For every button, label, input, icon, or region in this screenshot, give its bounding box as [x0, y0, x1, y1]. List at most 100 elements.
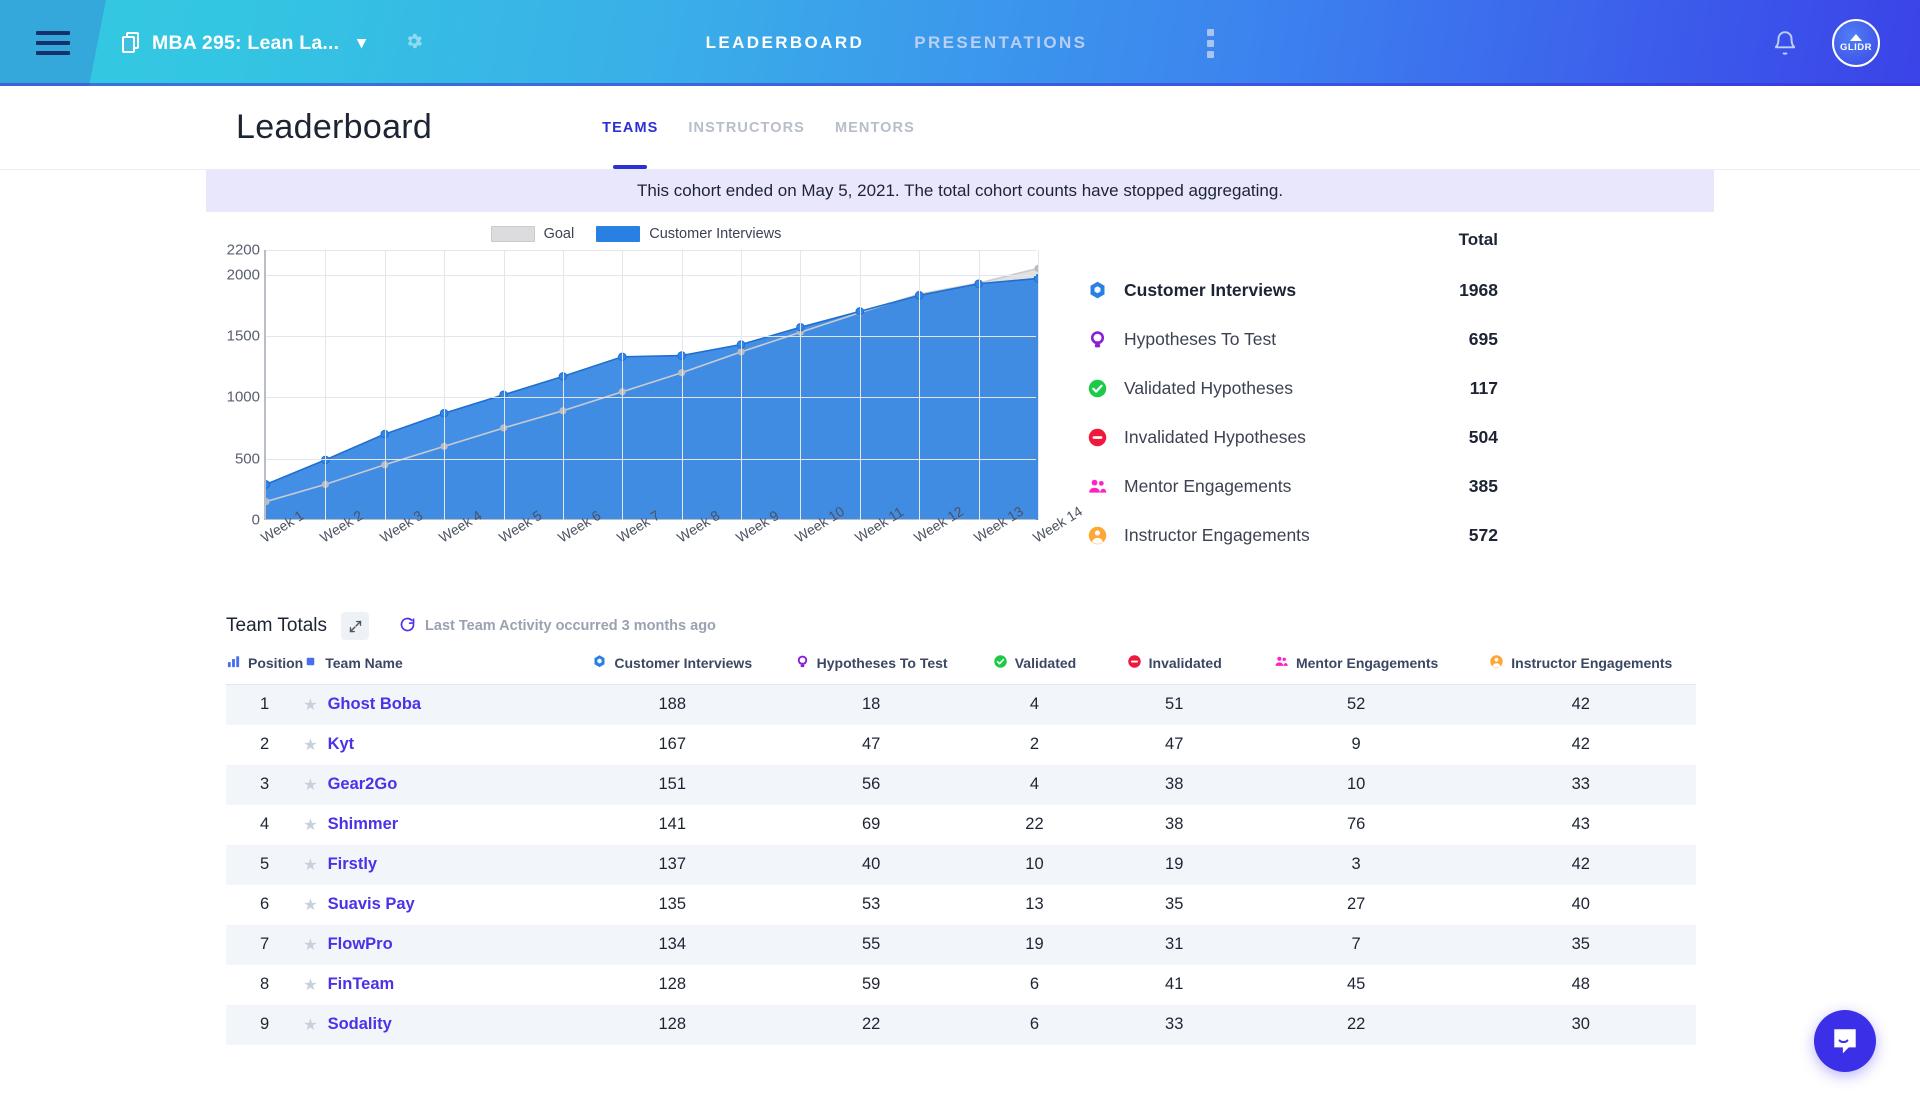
cell-invalidated: 31 [1102, 925, 1247, 965]
star-icon[interactable]: ★ [303, 775, 317, 795]
table-row[interactable]: 8★FinTeam128596414548 [226, 965, 1696, 1005]
star-icon[interactable]: ★ [303, 895, 317, 915]
team-name-link[interactable]: Kyt [328, 735, 355, 754]
page-tabs: TEAMS INSTRUCTORS MENTORS [602, 86, 915, 169]
cell-hypotheses-to-test: 69 [775, 805, 967, 845]
team-name-link[interactable]: Firstly [328, 855, 378, 874]
cell-team-name: ★ Shimmer [303, 805, 569, 845]
team-name-link[interactable]: Sodality [328, 1015, 392, 1034]
more-vertical-icon[interactable] [1207, 29, 1214, 58]
team-name-link[interactable]: FlowPro [328, 935, 393, 954]
cell-instructor-engagements: 30 [1466, 1005, 1696, 1045]
column-header[interactable]: Invalidated [1102, 654, 1247, 685]
cell-mentor-engagements: 3 [1247, 845, 1466, 885]
chart-plot-area: 05001000150020002200 Week 1Week 2Week 3W… [206, 250, 1036, 550]
cell-customer-interviews: 137 [569, 845, 775, 885]
table-row[interactable]: 9★Sodality128226332230 [226, 1005, 1696, 1045]
sidebar-toggle-button[interactable] [0, 0, 106, 86]
cell-mentor-engagements: 10 [1247, 765, 1466, 805]
avatar[interactable]: GLIDR [1832, 19, 1880, 67]
team-name-link[interactable]: FinTeam [328, 975, 395, 994]
grid-line [266, 459, 1036, 460]
avatar-logo-icon [1850, 34, 1862, 41]
hamburger-icon[interactable] [36, 31, 70, 55]
nav-link-presentations[interactable]: PRESENTATIONS [914, 33, 1087, 53]
grid-line [266, 336, 1036, 337]
grid-line-vertical [444, 250, 445, 520]
column-header[interactable]: Mentor Engagements [1247, 654, 1466, 685]
stat-value: 1968 [1416, 280, 1516, 301]
course-selector[interactable]: MBA 295: Lean La... ▾ [122, 31, 424, 56]
expand-icon[interactable] [341, 612, 369, 640]
column-header-label: Instructor Engagements [1511, 655, 1672, 671]
cell-hypotheses-to-test: 53 [775, 885, 967, 925]
tab-mentors[interactable]: MENTORS [835, 86, 915, 169]
cell-position: 4 [226, 805, 303, 845]
grid-line-vertical [325, 250, 326, 520]
table-row[interactable]: 7★FlowPro134551931735 [226, 925, 1696, 965]
cell-customer-interviews: 141 [569, 805, 775, 845]
stat-value: 385 [1416, 476, 1516, 497]
cell-team-name: ★ Suavis Pay [303, 885, 569, 925]
column-header[interactable]: Position [226, 654, 303, 685]
team-name-link[interactable]: Ghost Boba [328, 695, 422, 714]
cell-team-name: ★ FinTeam [303, 965, 569, 1005]
cell-position: 8 [226, 965, 303, 1005]
grid-line-vertical [860, 250, 861, 520]
column-header[interactable]: Validated [967, 654, 1102, 685]
stat-row: Validated Hypotheses117 [1086, 364, 1516, 413]
cohort-ended-banner: This cohort ended on May 5, 2021. The to… [206, 170, 1714, 212]
table-row[interactable]: 2★Kyt16747247942 [226, 725, 1696, 765]
star-icon[interactable]: ★ [303, 1015, 317, 1035]
chart-series-svg [266, 250, 1038, 520]
gear-icon[interactable] [404, 31, 424, 56]
table-row[interactable]: 4★Shimmer1416922387643 [226, 805, 1696, 845]
column-header[interactable]: Instructor Engagements [1466, 654, 1696, 685]
table-body: 1★Ghost Boba1881845152422★Kyt16747247942… [226, 685, 1696, 1045]
grid-line-vertical [919, 250, 920, 520]
column-header[interactable]: Customer Interviews [569, 654, 775, 685]
grid-line-vertical [622, 250, 623, 520]
star-icon[interactable]: ★ [303, 815, 317, 835]
cell-customer-interviews: 167 [569, 725, 775, 765]
cell-instructor-engagements: 43 [1466, 805, 1696, 845]
y-tick-label: 500 [235, 450, 260, 467]
stat-label: Hypotheses To Test [1124, 329, 1416, 350]
table-row[interactable]: 1★Ghost Boba188184515242 [226, 685, 1696, 725]
team-totals-title: Team Totals [226, 615, 327, 637]
cell-position: 5 [226, 845, 303, 885]
cell-instructor-engagements: 42 [1466, 725, 1696, 765]
cell-instructor-engagements: 35 [1466, 925, 1696, 965]
grid-line-vertical [563, 250, 564, 520]
chat-bubble-icon[interactable] [1814, 1010, 1876, 1072]
team-name-link[interactable]: Suavis Pay [328, 895, 415, 914]
tab-teams[interactable]: TEAMS [602, 86, 658, 169]
stat-row: Customer Interviews1968 [1086, 266, 1516, 315]
cell-validated: 6 [967, 965, 1102, 1005]
star-icon[interactable]: ★ [303, 855, 317, 875]
legend-item-goal[interactable]: Goal [491, 226, 575, 242]
table-row[interactable]: 5★Firstly137401019342 [226, 845, 1696, 885]
star-icon[interactable]: ★ [303, 695, 317, 715]
team-name-link[interactable]: Gear2Go [328, 775, 398, 794]
column-header[interactable]: Team Name [303, 654, 569, 685]
table-row[interactable]: 3★Gear2Go151564381033 [226, 765, 1696, 805]
table-row[interactable]: 6★Suavis Pay1355313352740 [226, 885, 1696, 925]
cell-validated: 6 [967, 1005, 1102, 1045]
cell-invalidated: 38 [1102, 805, 1247, 845]
star-icon[interactable]: ★ [303, 735, 317, 755]
y-tick-label: 0 [252, 512, 260, 529]
grid-line-vertical [741, 250, 742, 520]
nav-link-leaderboard[interactable]: LEADERBOARD [706, 33, 865, 53]
chevron-down-icon[interactable]: ▾ [357, 33, 366, 53]
column-header[interactable]: Hypotheses To Test [775, 654, 967, 685]
star-icon[interactable]: ★ [303, 935, 317, 955]
tab-instructors[interactable]: INSTRUCTORS [688, 86, 805, 169]
team-name-link[interactable]: Shimmer [328, 815, 399, 834]
minus-circle-icon [1127, 654, 1142, 672]
legend-item-customer-interviews[interactable]: Customer Interviews [596, 226, 781, 242]
bell-icon[interactable] [1772, 29, 1798, 57]
cell-mentor-engagements: 52 [1247, 685, 1466, 725]
team-totals-header: Team Totals Last Team Activity occurred … [226, 612, 1920, 640]
star-icon[interactable]: ★ [303, 975, 317, 995]
